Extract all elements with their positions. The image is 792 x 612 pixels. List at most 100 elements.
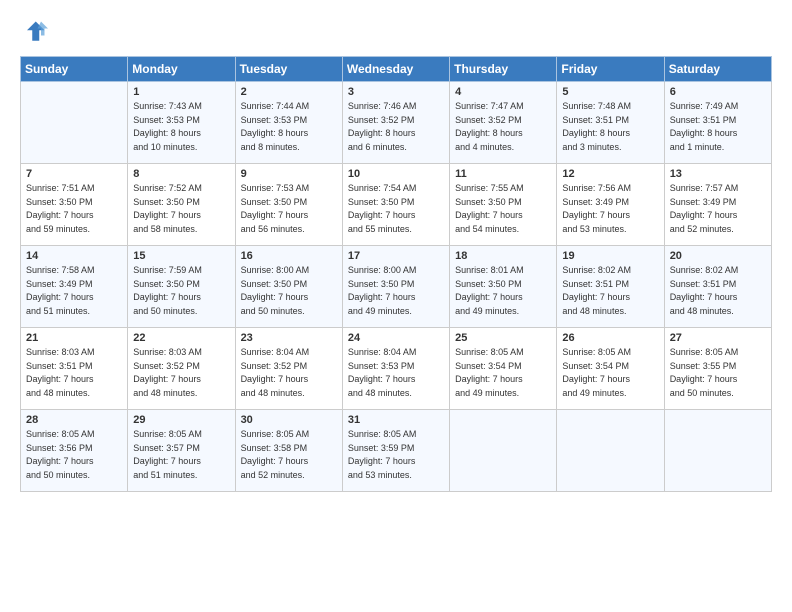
cell-0-1: 1Sunrise: 7:43 AM Sunset: 3:53 PM Daylig… [128, 82, 235, 164]
day-info: Sunrise: 8:00 AM Sunset: 3:50 PM Dayligh… [348, 264, 444, 318]
cell-0-2: 2Sunrise: 7:44 AM Sunset: 3:53 PM Daylig… [235, 82, 342, 164]
day-number: 21 [26, 332, 122, 344]
day-number: 29 [133, 414, 229, 426]
cell-1-5: 12Sunrise: 7:56 AM Sunset: 3:49 PM Dayli… [557, 164, 664, 246]
cell-2-5: 19 Sunrise: 8:02 AM Sunset: 3:51 PM Dayli… [557, 246, 664, 328]
day-info: Sunrise: 8:02 AM Sunset: 3:51 PM Dayligh… [670, 264, 766, 318]
calendar-table: SundayMondayTuesdayWednesdayThursdayFrid… [20, 56, 772, 492]
logo [20, 18, 52, 46]
day-number: 8 [133, 168, 229, 180]
cell-3-6: 27 Sunrise: 8:05 AM Sunset: 3:55 PM Dayli… [664, 328, 771, 410]
cell-3-4: 25 Sunrise: 8:05 AM Sunset: 3:54 PM Dayli… [450, 328, 557, 410]
week-row-2: 14 Sunrise: 7:58 AM Sunset: 3:49 PM Dayli… [21, 246, 772, 328]
day-info: Sunrise: 8:05 AM Sunset: 3:57 PM Dayligh… [133, 428, 229, 482]
day-number: 6 [670, 86, 766, 98]
day-info: Sunrise: 7:53 AM Sunset: 3:50 PM Dayligh… [241, 182, 337, 236]
day-info: Sunrise: 8:05 AM Sunset: 3:54 PM Dayligh… [455, 346, 551, 400]
cell-3-2: 23 Sunrise: 8:04 AM Sunset: 3:52 PM Dayli… [235, 328, 342, 410]
cell-0-4: 4 Sunrise: 7:47 AM Sunset: 3:52 PM Daylig… [450, 82, 557, 164]
day-number: 5 [562, 86, 658, 98]
day-number: 27 [670, 332, 766, 344]
day-info: Sunrise: 7:43 AM Sunset: 3:53 PM Dayligh… [133, 100, 229, 154]
header-monday: Monday [128, 57, 235, 82]
week-row-0: 1Sunrise: 7:43 AM Sunset: 3:53 PM Daylig… [21, 82, 772, 164]
cell-1-4: 11Sunrise: 7:55 AM Sunset: 3:50 PM Dayli… [450, 164, 557, 246]
day-number: 25 [455, 332, 551, 344]
day-info: Sunrise: 8:02 AM Sunset: 3:51 PM Dayligh… [562, 264, 658, 318]
day-number: 3 [348, 86, 444, 98]
day-number: 9 [241, 168, 337, 180]
day-number: 30 [241, 414, 337, 426]
header-tuesday: Tuesday [235, 57, 342, 82]
day-info: Sunrise: 8:05 AM Sunset: 3:59 PM Dayligh… [348, 428, 444, 482]
day-info: Sunrise: 8:04 AM Sunset: 3:53 PM Dayligh… [348, 346, 444, 400]
day-info: Sunrise: 7:49 AM Sunset: 3:51 PM Dayligh… [670, 100, 766, 154]
day-number: 14 [26, 250, 122, 262]
day-number: 19 [562, 250, 658, 262]
day-number: 11 [455, 168, 551, 180]
day-info: Sunrise: 8:05 AM Sunset: 3:54 PM Dayligh… [562, 346, 658, 400]
day-info: Sunrise: 8:04 AM Sunset: 3:52 PM Dayligh… [241, 346, 337, 400]
day-info: Sunrise: 8:05 AM Sunset: 3:56 PM Dayligh… [26, 428, 122, 482]
cell-2-6: 20Sunrise: 8:02 AM Sunset: 3:51 PM Dayli… [664, 246, 771, 328]
cell-4-4 [450, 410, 557, 492]
header [20, 18, 772, 46]
cell-3-1: 22 Sunrise: 8:03 AM Sunset: 3:52 PM Dayli… [128, 328, 235, 410]
cell-4-1: 29 Sunrise: 8:05 AM Sunset: 3:57 PM Dayli… [128, 410, 235, 492]
day-info: Sunrise: 7:54 AM Sunset: 3:50 PM Dayligh… [348, 182, 444, 236]
week-row-1: 7 Sunrise: 7:51 AM Sunset: 3:50 PM Daylig… [21, 164, 772, 246]
cell-1-6: 13Sunrise: 7:57 AM Sunset: 3:49 PM Dayli… [664, 164, 771, 246]
day-info: Sunrise: 7:57 AM Sunset: 3:49 PM Dayligh… [670, 182, 766, 236]
header-thursday: Thursday [450, 57, 557, 82]
day-number: 15 [133, 250, 229, 262]
day-number: 12 [562, 168, 658, 180]
day-number: 23 [241, 332, 337, 344]
day-info: Sunrise: 8:05 AM Sunset: 3:58 PM Dayligh… [241, 428, 337, 482]
cell-0-6: 6 Sunrise: 7:49 AM Sunset: 3:51 PM Daylig… [664, 82, 771, 164]
cell-4-0: 28 Sunrise: 8:05 AM Sunset: 3:56 PM Dayli… [21, 410, 128, 492]
cell-3-0: 21 Sunrise: 8:03 AM Sunset: 3:51 PM Dayli… [21, 328, 128, 410]
day-number: 16 [241, 250, 337, 262]
day-info: Sunrise: 7:44 AM Sunset: 3:53 PM Dayligh… [241, 100, 337, 154]
cell-0-5: 5Sunrise: 7:48 AM Sunset: 3:51 PM Daylig… [557, 82, 664, 164]
header-saturday: Saturday [664, 57, 771, 82]
cell-3-3: 24 Sunrise: 8:04 AM Sunset: 3:53 PM Dayli… [342, 328, 449, 410]
header-friday: Friday [557, 57, 664, 82]
day-info: Sunrise: 8:00 AM Sunset: 3:50 PM Dayligh… [241, 264, 337, 318]
header-sunday: Sunday [21, 57, 128, 82]
page: SundayMondayTuesdayWednesdayThursdayFrid… [0, 0, 792, 612]
cell-2-1: 15 Sunrise: 7:59 AM Sunset: 3:50 PM Dayli… [128, 246, 235, 328]
cell-4-6 [664, 410, 771, 492]
cell-1-2: 9 Sunrise: 7:53 AM Sunset: 3:50 PM Daylig… [235, 164, 342, 246]
cell-4-3: 31 Sunrise: 8:05 AM Sunset: 3:59 PM Dayli… [342, 410, 449, 492]
day-number: 10 [348, 168, 444, 180]
header-wednesday: Wednesday [342, 57, 449, 82]
day-number: 7 [26, 168, 122, 180]
day-number: 22 [133, 332, 229, 344]
cell-2-3: 17Sunrise: 8:00 AM Sunset: 3:50 PM Dayli… [342, 246, 449, 328]
day-info: Sunrise: 7:58 AM Sunset: 3:49 PM Dayligh… [26, 264, 122, 318]
day-info: Sunrise: 7:47 AM Sunset: 3:52 PM Dayligh… [455, 100, 551, 154]
day-info: Sunrise: 8:03 AM Sunset: 3:52 PM Dayligh… [133, 346, 229, 400]
day-info: Sunrise: 7:52 AM Sunset: 3:50 PM Dayligh… [133, 182, 229, 236]
cell-1-1: 8 Sunrise: 7:52 AM Sunset: 3:50 PM Daylig… [128, 164, 235, 246]
cell-4-5 [557, 410, 664, 492]
day-info: Sunrise: 7:51 AM Sunset: 3:50 PM Dayligh… [26, 182, 122, 236]
header-row: SundayMondayTuesdayWednesdayThursdayFrid… [21, 57, 772, 82]
day-info: Sunrise: 7:59 AM Sunset: 3:50 PM Dayligh… [133, 264, 229, 318]
cell-0-0 [21, 82, 128, 164]
day-number: 26 [562, 332, 658, 344]
day-info: Sunrise: 8:03 AM Sunset: 3:51 PM Dayligh… [26, 346, 122, 400]
day-number: 28 [26, 414, 122, 426]
day-number: 4 [455, 86, 551, 98]
cell-2-2: 16 Sunrise: 8:00 AM Sunset: 3:50 PM Dayli… [235, 246, 342, 328]
day-number: 31 [348, 414, 444, 426]
cell-2-0: 14 Sunrise: 7:58 AM Sunset: 3:49 PM Dayli… [21, 246, 128, 328]
day-info: Sunrise: 8:01 AM Sunset: 3:50 PM Dayligh… [455, 264, 551, 318]
day-info: Sunrise: 7:46 AM Sunset: 3:52 PM Dayligh… [348, 100, 444, 154]
day-info: Sunrise: 8:05 AM Sunset: 3:55 PM Dayligh… [670, 346, 766, 400]
cell-3-5: 26 Sunrise: 8:05 AM Sunset: 3:54 PM Dayli… [557, 328, 664, 410]
day-number: 24 [348, 332, 444, 344]
logo-icon [20, 18, 48, 46]
day-number: 18 [455, 250, 551, 262]
